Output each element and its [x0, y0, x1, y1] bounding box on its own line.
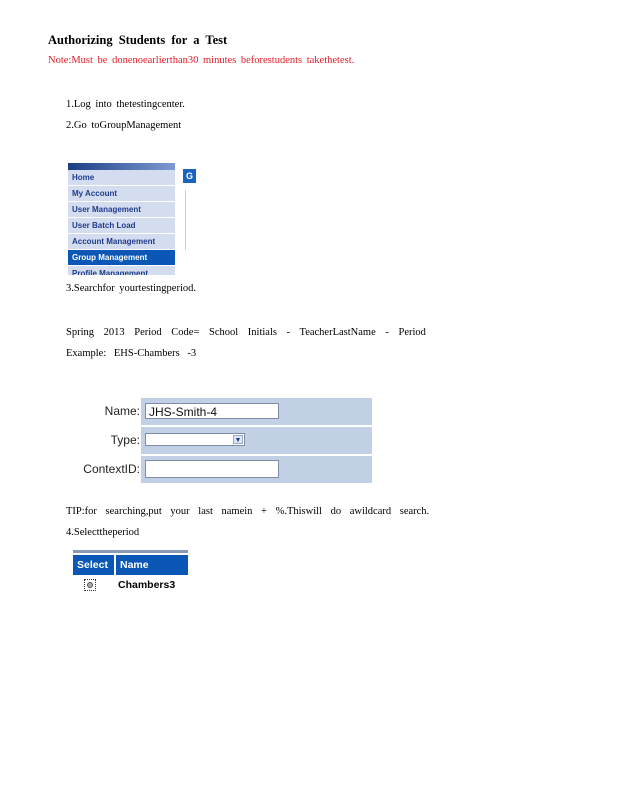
contextid-row: ContextID: [68, 456, 372, 483]
contextid-label: ContextID: [83, 462, 140, 476]
name-label: Name: [104, 404, 140, 418]
type-row: Type: ▼ [68, 427, 372, 454]
nav-list: Home My Account User Management User Bat… [68, 170, 175, 275]
nav-side-divider [185, 190, 186, 250]
period-code-format: Spring 2013 Period Code= School Initials… [66, 327, 426, 338]
nav-side-tab: G [183, 169, 196, 183]
results-table: Select Name Chambers3 [73, 550, 188, 595]
nav-item-user-management[interactable]: User Management [68, 202, 175, 218]
nav-item-profile-management[interactable]: Profile Management [68, 266, 175, 275]
name-input[interactable]: JHS-Smith-4 [145, 403, 279, 419]
table-header: Select Name [73, 555, 188, 575]
header-select: Select [73, 555, 114, 575]
nav-header-bar [68, 163, 175, 170]
nav-item-user-batch-load[interactable]: User Batch Load [68, 218, 175, 234]
timing-note: Note:Must be donenoearlierthan30 minutes… [48, 55, 355, 66]
nav-item-my-account[interactable]: My Account [68, 186, 175, 202]
name-row: Name: JHS-Smith-4 [68, 398, 372, 425]
row-name: Chambers3 [118, 579, 176, 591]
search-tip: TIP:for searching,put your last namein +… [66, 506, 430, 517]
navigation-menu-screenshot: Home My Account User Management User Bat… [68, 163, 196, 275]
period-code-example: Example: EHS-Chambers -3 [66, 348, 197, 359]
type-label: Type: [110, 433, 140, 447]
nav-item-account-management[interactable]: Account Management [68, 234, 175, 250]
step-3: 3.Searchfor yourtestingperiod. [66, 283, 197, 294]
nav-item-group-management[interactable]: Group Management [68, 250, 175, 266]
chevron-down-icon[interactable]: ▼ [233, 435, 243, 444]
table-top-border [73, 550, 188, 553]
step-1: 1.Log into thetestingcenter. [66, 99, 185, 110]
contextid-input[interactable] [145, 460, 279, 478]
header-name: Name [116, 555, 188, 575]
select-radio[interactable] [84, 579, 96, 591]
step-4: 4.Selecttheperiod [66, 527, 140, 538]
step-2: 2.Go toGroupManagement [66, 120, 182, 131]
type-select[interactable]: ▼ [145, 433, 245, 446]
page-title: Authorizing Students for a Test [48, 33, 228, 47]
nav-item-home[interactable]: Home [68, 170, 175, 186]
table-row: Chambers3 [73, 575, 188, 595]
